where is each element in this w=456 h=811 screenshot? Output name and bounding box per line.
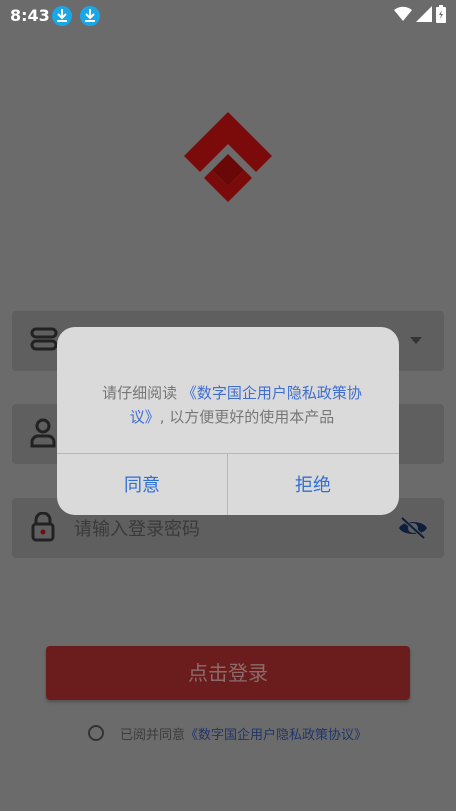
signal-icon — [416, 6, 432, 22]
download-icon — [80, 6, 100, 26]
eye-off-icon[interactable] — [398, 516, 428, 540]
privacy-dialog: 请仔细阅读 《数字国企用户隐私政策协议》, 以方便更好的使用本产品 同意 拒绝 — [57, 327, 399, 515]
user-icon — [30, 418, 56, 448]
agreement-radio[interactable] — [88, 725, 104, 741]
dialog-message: 请仔细阅读 《数字国企用户隐私政策协议》, 以方便更好的使用本产品 — [87, 381, 377, 429]
agreement-link[interactable]: 《数字国企用户隐私政策协议》 — [185, 724, 367, 743]
agreement-row: 已阅并同意 《数字国企用户隐私政策协议》 — [88, 722, 367, 744]
server-icon — [30, 327, 58, 351]
status-bar: 8:43 — [0, 0, 456, 32]
reject-button[interactable]: 拒绝 — [228, 454, 398, 515]
wifi-icon — [394, 6, 412, 22]
lock-icon — [31, 512, 55, 542]
agree-button[interactable]: 同意 — [57, 454, 227, 515]
download-icon — [52, 6, 72, 26]
status-time: 8:43 — [10, 6, 50, 25]
password-placeholder: 请输入登录密码 — [74, 519, 200, 540]
dialog-message-suffix: , 以方便更好的使用本产品 — [159, 408, 335, 426]
login-button[interactable]: 点击登录 — [46, 646, 410, 700]
agreement-prefix: 已阅并同意 — [120, 727, 186, 743]
dialog-message-prefix: 请仔细阅读 — [102, 384, 178, 402]
app-logo-icon — [184, 112, 272, 202]
battery-icon — [436, 5, 446, 23]
chevron-down-icon[interactable] — [410, 337, 422, 345]
